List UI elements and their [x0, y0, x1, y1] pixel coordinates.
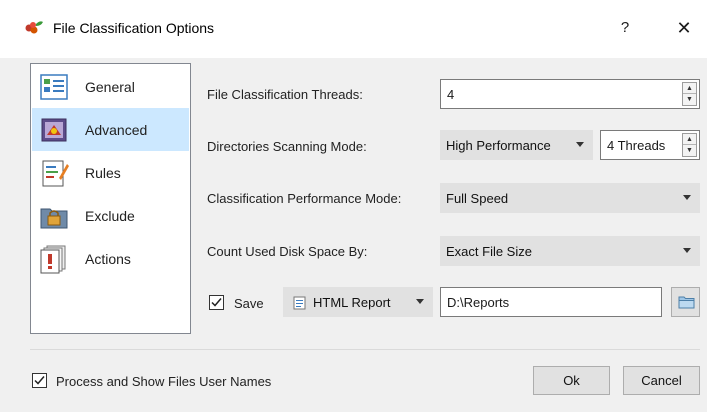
sidebar-item-label: General [85, 79, 135, 95]
general-icon [40, 74, 68, 100]
cancel-button[interactable]: Cancel [623, 366, 700, 395]
scan-mode-label: Directories Scanning Mode: [207, 139, 367, 154]
grapes-icon [25, 21, 43, 34]
scan-threads-value: 4 Threads [607, 138, 666, 153]
disk-space-label: Count Used Disk Space By: [207, 244, 368, 259]
report-document-icon [293, 296, 306, 310]
close-button[interactable]: ✕ [672, 16, 696, 40]
options-category-list: General Advanced Rules Exclude Actions [30, 63, 191, 334]
rules-icon [42, 160, 69, 187]
sidebar-item-label: Exclude [85, 208, 135, 224]
actions-icon [40, 245, 66, 274]
advanced-icon [41, 118, 67, 142]
report-path-input[interactable]: D:\Reports [440, 287, 662, 317]
lock-icon [40, 208, 68, 229]
scan-threads-spinner[interactable]: ▲ ▼ [682, 133, 697, 157]
ok-button[interactable]: Ok [533, 366, 610, 395]
threads-spinner[interactable]: ▲ ▼ [682, 82, 697, 106]
footer-divider [30, 349, 700, 350]
scan-mode-dropdown[interactable]: High Performance [440, 130, 593, 160]
user-names-label: Process and Show Files User Names [56, 374, 272, 389]
sidebar-item-label: Actions [85, 251, 131, 267]
perf-mode-label: Classification Performance Mode: [207, 191, 402, 206]
window-title: File Classification Options [53, 20, 215, 36]
checkmark-icon [211, 298, 222, 307]
checkmark-icon [34, 376, 45, 385]
sidebar-item-label: Rules [85, 165, 121, 181]
disk-space-value: Exact File Size [446, 244, 532, 259]
sidebar-item-general[interactable]: General [32, 65, 189, 108]
sidebar-item-label: Advanced [85, 122, 148, 138]
spin-up-icon[interactable]: ▲ [683, 134, 696, 145]
report-path-value: D:\Reports [447, 295, 510, 310]
user-names-checkbox[interactable] [32, 373, 47, 388]
spin-down-icon[interactable]: ▼ [683, 94, 696, 105]
help-button[interactable]: ? [614, 16, 636, 40]
scan-threads-spinbox[interactable]: 4 Threads ▲ ▼ [600, 130, 700, 160]
threads-label: File Classification Threads: [207, 87, 363, 102]
save-label: Save [234, 296, 264, 311]
sidebar-item-exclude[interactable]: Exclude [32, 194, 189, 237]
sidebar-item-actions[interactable]: Actions [32, 237, 189, 280]
threads-spinbox[interactable]: 4 ▲ ▼ [440, 79, 700, 109]
perf-mode-value: Full Speed [446, 191, 509, 206]
spin-up-icon[interactable]: ▲ [683, 83, 696, 94]
chevron-down-icon [576, 142, 584, 147]
chevron-down-icon [416, 299, 424, 304]
perf-mode-dropdown[interactable]: Full Speed [440, 183, 700, 213]
browse-folder-button[interactable] [671, 287, 700, 317]
chevron-down-icon [683, 248, 691, 253]
folder-icon [678, 296, 695, 309]
sidebar-item-rules[interactable]: Rules [32, 151, 189, 194]
title-bar: File Classification Options ? ✕ [0, 0, 707, 58]
scan-mode-value: High Performance [446, 138, 551, 153]
report-type-value: HTML Report [313, 295, 391, 310]
disk-space-dropdown[interactable]: Exact File Size [440, 236, 700, 266]
chevron-down-icon [683, 195, 691, 200]
save-checkbox[interactable] [209, 295, 224, 310]
threads-value: 4 [447, 87, 455, 102]
sidebar-item-advanced[interactable]: Advanced [32, 108, 189, 151]
spin-down-icon[interactable]: ▼ [683, 145, 696, 156]
report-type-dropdown[interactable]: HTML Report [283, 287, 433, 317]
